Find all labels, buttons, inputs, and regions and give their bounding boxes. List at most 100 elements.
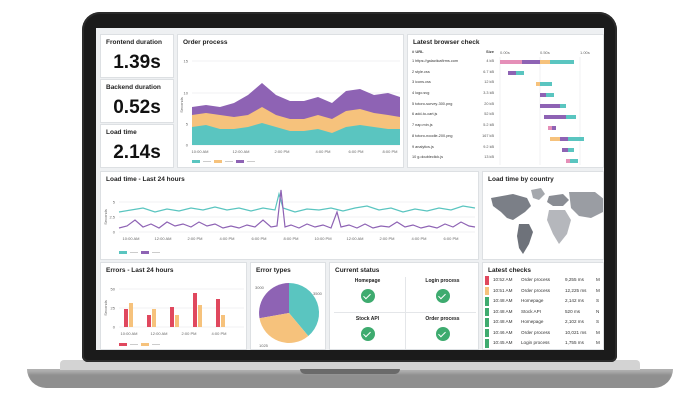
errors-panel[interactable]: Errors - Last 24 hours 50 25 0 Seconds 1… xyxy=(100,262,247,350)
kpi-load-time[interactable]: Load time 2.14s xyxy=(100,124,174,168)
check-row[interactable]: 10:48 AM Stock API 520 ms N xyxy=(485,307,603,318)
size-header: Size xyxy=(485,49,494,54)
y-tick: 15 xyxy=(184,59,189,64)
check-row[interactable]: 10:46 AM Order process 10,021 ms M xyxy=(485,328,603,339)
map-south-america xyxy=(517,224,533,254)
status-bar xyxy=(485,286,489,295)
errors-chart: 50 25 0 Seconds 10:00 AM 12:00 AM 2:00 P… xyxy=(103,287,244,346)
current-status-panel[interactable]: Current status Homepage Login process St… xyxy=(329,262,479,350)
x-tick: 10:00 AM xyxy=(123,236,140,241)
y-tick: 10 xyxy=(184,91,189,96)
check-row[interactable]: 10:48 AM Homepage 2,142 ms S xyxy=(485,296,603,307)
status-label: Stock API xyxy=(355,316,380,322)
panel-title: Latest checks xyxy=(488,267,531,274)
kpi-value: 2.14s xyxy=(113,142,161,163)
x-tick: 12:00 AM xyxy=(233,149,250,154)
y-tick: 25 xyxy=(111,306,116,311)
waterfall-row[interactable]: 10 g.doubleclick.js 13 kB xyxy=(412,152,494,163)
waterfall-row[interactable]: 8 totoro-noodle-200.png 167 kB xyxy=(412,131,494,142)
browser-check-panel[interactable]: Latest browser check # URL Size 1 https:… xyxy=(407,34,604,168)
latest-checks-panel[interactable]: Latest checks 10:52 AM Order process 9,255… xyxy=(482,262,604,350)
map-europe xyxy=(547,194,569,206)
load-time-chart: 5 2.5 0 Seconds 10:00 AM 12:00 AM 2:00 P… xyxy=(103,189,476,254)
check-row[interactable]: 10:51 AM Order process 12,225 ms M xyxy=(485,286,603,297)
status-homepage[interactable]: Homepage xyxy=(330,278,405,303)
y-tick: 0 xyxy=(113,230,116,235)
x-tick: 6:00 PM xyxy=(444,236,459,241)
error-types-pie: 3000 3500 1025 xyxy=(255,282,323,348)
country-map-panel[interactable]: Load time by country xyxy=(482,171,604,260)
map-asia xyxy=(569,192,603,218)
x-tick: 4:00 PM xyxy=(412,236,427,241)
x-tick: 8:00 PM xyxy=(383,149,398,154)
x-tick: 12:00 AM xyxy=(151,331,168,336)
x-tick: 2:00 PM xyxy=(380,236,395,241)
y-axis-label: Seconds xyxy=(179,97,184,113)
status-bar xyxy=(485,318,489,327)
waterfall-row[interactable]: 7 nap.min.js 5.2 kB xyxy=(412,120,494,131)
time-tick: 0.00s xyxy=(500,50,510,55)
x-tick: 4:00 PM xyxy=(220,236,235,241)
slice-label: 3000 xyxy=(255,285,265,290)
waterfall-row[interactable]: 2 style.css 6.7 kB xyxy=(412,67,494,78)
x-tick: 10:00 AM xyxy=(192,149,209,154)
map-north-america xyxy=(491,194,531,220)
x-tick: 8:00 PM xyxy=(284,236,299,241)
kpi-value: 0.52s xyxy=(113,97,161,118)
waterfall-bars xyxy=(500,60,584,163)
y-tick: 5 xyxy=(113,200,116,205)
status-label: Order process xyxy=(425,316,460,322)
world-map xyxy=(491,188,603,254)
legend xyxy=(192,160,255,163)
status-divider xyxy=(334,312,476,313)
status-bar xyxy=(485,276,489,285)
panel-title: Current status xyxy=(335,267,380,274)
kpi-frontend-duration[interactable]: Frontend duration 1.39s xyxy=(100,34,174,78)
waterfall-row[interactable]: 1 https://galacticafirms.com 4 kB xyxy=(412,56,494,67)
status-bar xyxy=(485,297,489,306)
x-tick: 4:00 PM xyxy=(316,149,331,154)
waterfall-table: # URL Size 1 https://galacticafirms.com 4… xyxy=(412,48,494,163)
waterfall-header: # URL Size xyxy=(412,48,494,56)
y-tick: 5 xyxy=(186,122,189,127)
y-tick: 2.5 xyxy=(109,215,115,220)
x-tick: 2:00 PM xyxy=(275,149,290,154)
slice-label: 3500 xyxy=(313,291,323,296)
kpi-backend-duration[interactable]: Backend duration 0.52s xyxy=(100,79,174,123)
check-row[interactable]: 10:48 AM Homepage 2,102 ms S xyxy=(485,317,603,328)
check-row[interactable]: 10:45 AM Login process 1,755 ms M xyxy=(485,338,603,349)
series-purple xyxy=(118,189,476,229)
y-tick: 0 xyxy=(186,143,189,148)
x-tick: 10:00 PM xyxy=(314,236,331,241)
load-time-panel[interactable]: Load time - Last 24 hours 5 2.5 0 Second… xyxy=(100,171,479,260)
series-teal xyxy=(118,191,476,213)
order-process-chart: 15 10 5 0 Seconds 10:00 AM 12:00 AM 2:00… xyxy=(179,59,400,163)
check-circle-icon xyxy=(360,327,375,341)
x-tick: 2:00 PM xyxy=(182,331,197,336)
error-bars xyxy=(124,293,225,327)
waterfall-row[interactable]: 9 analytics.js 9.2 kB xyxy=(412,142,494,153)
status-login-process[interactable]: Login process xyxy=(405,278,478,303)
y-tick: 50 xyxy=(111,287,116,292)
waterfall-row[interactable]: 4 logo.svg 3.3 kB xyxy=(412,88,494,99)
waterfall-row[interactable]: 3 icons.css 12 kB xyxy=(412,77,494,88)
y-axis-label: Seconds xyxy=(103,300,108,316)
x-tick: 4:00 PM xyxy=(212,331,227,336)
status-order-process[interactable]: Order process xyxy=(405,316,478,341)
check-row[interactable]: 10:52 AM Order process 9,255 ms M xyxy=(485,275,603,286)
waterfall-row[interactable]: 6 add-to-cart.js 52 kB xyxy=(412,109,494,120)
x-tick: 6:00 PM xyxy=(252,236,267,241)
x-tick: 10:00 AM xyxy=(121,331,138,336)
status-bar xyxy=(485,307,489,316)
waterfall-row[interactable]: 5 totoro-survey-300.png 20 kB xyxy=(412,99,494,110)
x-tick: 2:00 PM xyxy=(188,236,203,241)
x-tick: 12:00 AM xyxy=(155,236,172,241)
order-process-panel[interactable]: Order process 15 10 5 0 Seconds 10:00 AM… xyxy=(177,34,404,168)
time-tick: 0.50s xyxy=(540,50,550,55)
y-axis-label: Seconds xyxy=(103,209,108,225)
error-types-panel[interactable]: Error types 3000 3500 1025 xyxy=(250,262,326,350)
status-bar xyxy=(485,339,489,348)
kpi-value: 1.39s xyxy=(113,52,161,73)
map-africa xyxy=(547,210,571,244)
status-stock-api[interactable]: Stock API xyxy=(330,316,405,341)
